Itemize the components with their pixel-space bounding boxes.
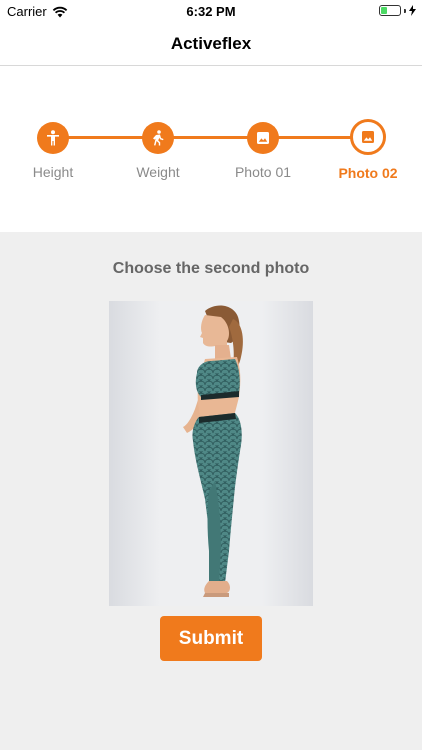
step-weight-circle (142, 122, 174, 154)
image-icon (257, 132, 269, 144)
step-photo-02-circle (350, 119, 386, 155)
status-bar: Carrier 6:32 PM (0, 0, 422, 22)
battery-icon (379, 5, 401, 16)
page-title: Activeflex (170, 34, 252, 53)
progress-stepper: Height Weight Photo 01 Photo 02 (0, 66, 422, 232)
step-photo-02-label: Photo 02 (338, 165, 398, 181)
step-height-circle (37, 122, 69, 154)
scale-walk-icon (153, 130, 164, 146)
step-photo-01-circle (247, 122, 279, 154)
battery-indicator (379, 5, 416, 16)
main-content: Choose the second photo Submit (0, 232, 422, 750)
photo-prompt: Choose the second photo (112, 260, 310, 277)
step-photo-02[interactable]: Photo 02 (318, 119, 418, 181)
step-weight-label: Weight (136, 164, 180, 180)
battery-level (381, 7, 388, 14)
submit-button[interactable]: Submit (160, 616, 262, 661)
step-height[interactable]: Height (3, 119, 103, 180)
charging-bolt-icon (409, 5, 416, 16)
person-icon (47, 130, 59, 146)
photo-woman-profile (109, 301, 313, 606)
battery-tip (404, 8, 406, 13)
step-photo-01[interactable]: Photo 01 (213, 119, 313, 180)
selected-photo[interactable] (109, 301, 313, 606)
image-icon (362, 131, 374, 143)
navigation-bar: Activeflex (0, 22, 422, 66)
step-weight[interactable]: Weight (108, 119, 208, 180)
step-photo-01-label: Photo 01 (234, 164, 292, 180)
status-time: 6:32 PM (186, 4, 236, 19)
step-height-label: Height (32, 164, 74, 180)
